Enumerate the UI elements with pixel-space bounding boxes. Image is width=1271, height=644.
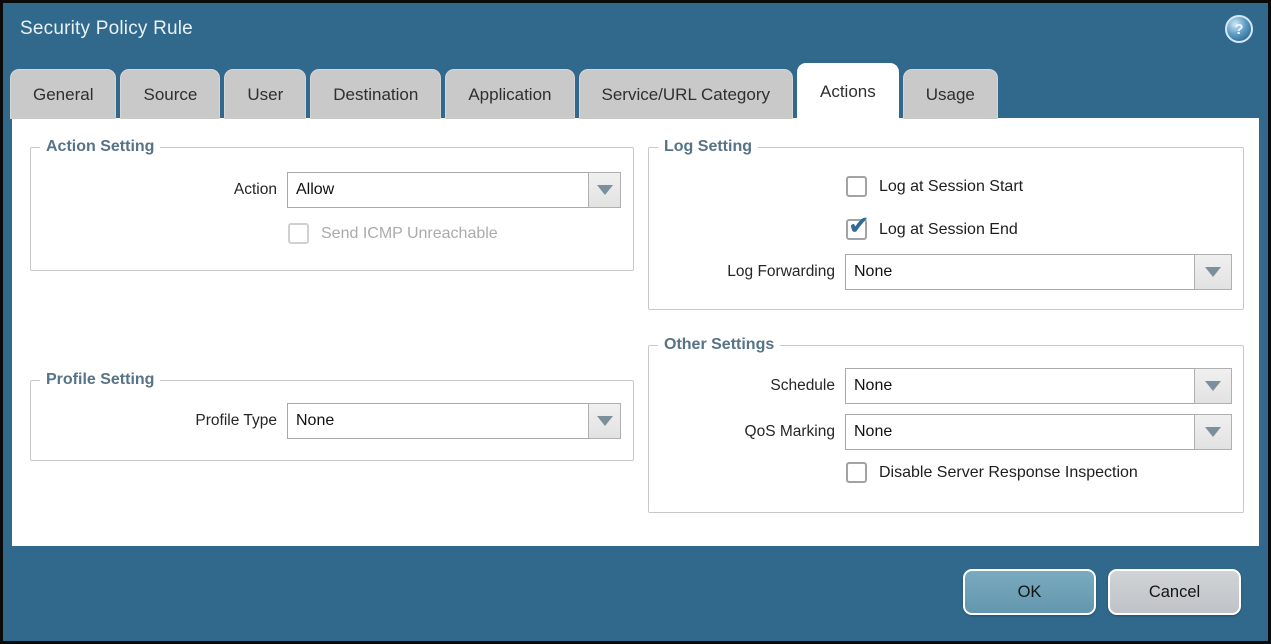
log-setting-group: Log Setting ✔ Log at Session Start ✔ Log… xyxy=(648,138,1244,310)
chevron-down-icon[interactable] xyxy=(1194,254,1232,290)
profile-setting-legend: Profile Setting xyxy=(40,371,160,389)
log-forwarding-dropdown[interactable]: None xyxy=(845,254,1232,290)
action-setting-legend: Action Setting xyxy=(40,138,160,156)
log-forwarding-label: Log Forwarding xyxy=(649,263,835,281)
other-settings-group: Other Settings Schedule None QoS Marking… xyxy=(648,336,1244,513)
disable-sri-label: Disable Server Response Inspection xyxy=(879,464,1138,482)
action-dropdown-value[interactable]: Allow xyxy=(287,172,589,208)
triangle-glyph xyxy=(597,416,613,426)
log-session-end-row: ✔ Log at Session End xyxy=(649,219,1243,240)
profile-type-dropdown-value[interactable]: None xyxy=(287,403,589,439)
action-setting-group: Action Setting Action Allow ✔ Send ICMP … xyxy=(30,138,634,271)
triangle-glyph xyxy=(1205,427,1221,437)
security-policy-rule-dialog: Security Policy Rule ? General Source Us… xyxy=(0,0,1271,644)
log-forwarding-dropdown-value[interactable]: None xyxy=(845,254,1195,290)
chevron-down-icon[interactable] xyxy=(588,403,621,439)
log-setting-legend: Log Setting xyxy=(658,138,758,156)
chevron-down-icon[interactable] xyxy=(1194,414,1232,450)
disable-sri-checkbox[interactable]: ✔ xyxy=(846,462,867,483)
log-session-start-checkbox[interactable]: ✔ xyxy=(846,176,867,197)
disable-sri-row: ✔ Disable Server Response Inspection xyxy=(649,462,1243,483)
tab-bar: General Source User Destination Applicat… xyxy=(10,63,998,119)
tab-general[interactable]: General xyxy=(10,69,116,119)
cancel-button[interactable]: Cancel xyxy=(1108,569,1241,615)
action-label: Action xyxy=(31,181,277,199)
action-dropdown[interactable]: Allow xyxy=(287,172,621,208)
tab-actions[interactable]: Actions xyxy=(797,63,899,119)
question-mark-glyph: ? xyxy=(1234,21,1243,38)
profile-type-label: Profile Type xyxy=(31,412,277,430)
ok-button[interactable]: OK xyxy=(963,569,1096,615)
log-session-end-checkbox[interactable]: ✔ xyxy=(846,219,867,240)
log-session-start-row: ✔ Log at Session Start xyxy=(649,176,1243,197)
log-session-end-label: Log at Session End xyxy=(879,221,1018,239)
profile-setting-group: Profile Setting Profile Type None xyxy=(30,371,634,461)
qos-marking-dropdown[interactable]: None xyxy=(845,414,1232,450)
triangle-glyph xyxy=(1205,381,1221,391)
chevron-down-icon[interactable] xyxy=(1194,368,1232,404)
help-icon[interactable]: ? xyxy=(1225,15,1253,43)
send-icmp-row: ✔ Send ICMP Unreachable xyxy=(31,223,633,244)
tab-service-url-category[interactable]: Service/URL Category xyxy=(579,69,794,119)
schedule-dropdown[interactable]: None xyxy=(845,368,1232,404)
schedule-dropdown-value[interactable]: None xyxy=(845,368,1195,404)
tab-source[interactable]: Source xyxy=(120,69,220,119)
profile-type-dropdown[interactable]: None xyxy=(287,403,621,439)
tab-user[interactable]: User xyxy=(224,69,306,119)
tab-usage[interactable]: Usage xyxy=(903,69,998,119)
schedule-label: Schedule xyxy=(649,377,835,395)
triangle-glyph xyxy=(1205,267,1221,277)
other-settings-legend: Other Settings xyxy=(658,336,780,354)
qos-marking-label: QoS Marking xyxy=(649,423,835,441)
chevron-down-icon[interactable] xyxy=(588,172,621,208)
send-icmp-label: Send ICMP Unreachable xyxy=(321,225,498,243)
dialog-title: Security Policy Rule xyxy=(20,18,193,40)
tab-application[interactable]: Application xyxy=(445,69,574,119)
log-session-start-label: Log at Session Start xyxy=(879,178,1023,196)
send-icmp-checkbox[interactable]: ✔ xyxy=(288,223,309,244)
checkmark-icon: ✔ xyxy=(848,212,870,238)
qos-marking-dropdown-value[interactable]: None xyxy=(845,414,1195,450)
tab-destination[interactable]: Destination xyxy=(310,69,441,119)
actions-tab-panel: Action Setting Action Allow ✔ Send ICMP … xyxy=(12,118,1259,546)
triangle-glyph xyxy=(597,185,613,195)
